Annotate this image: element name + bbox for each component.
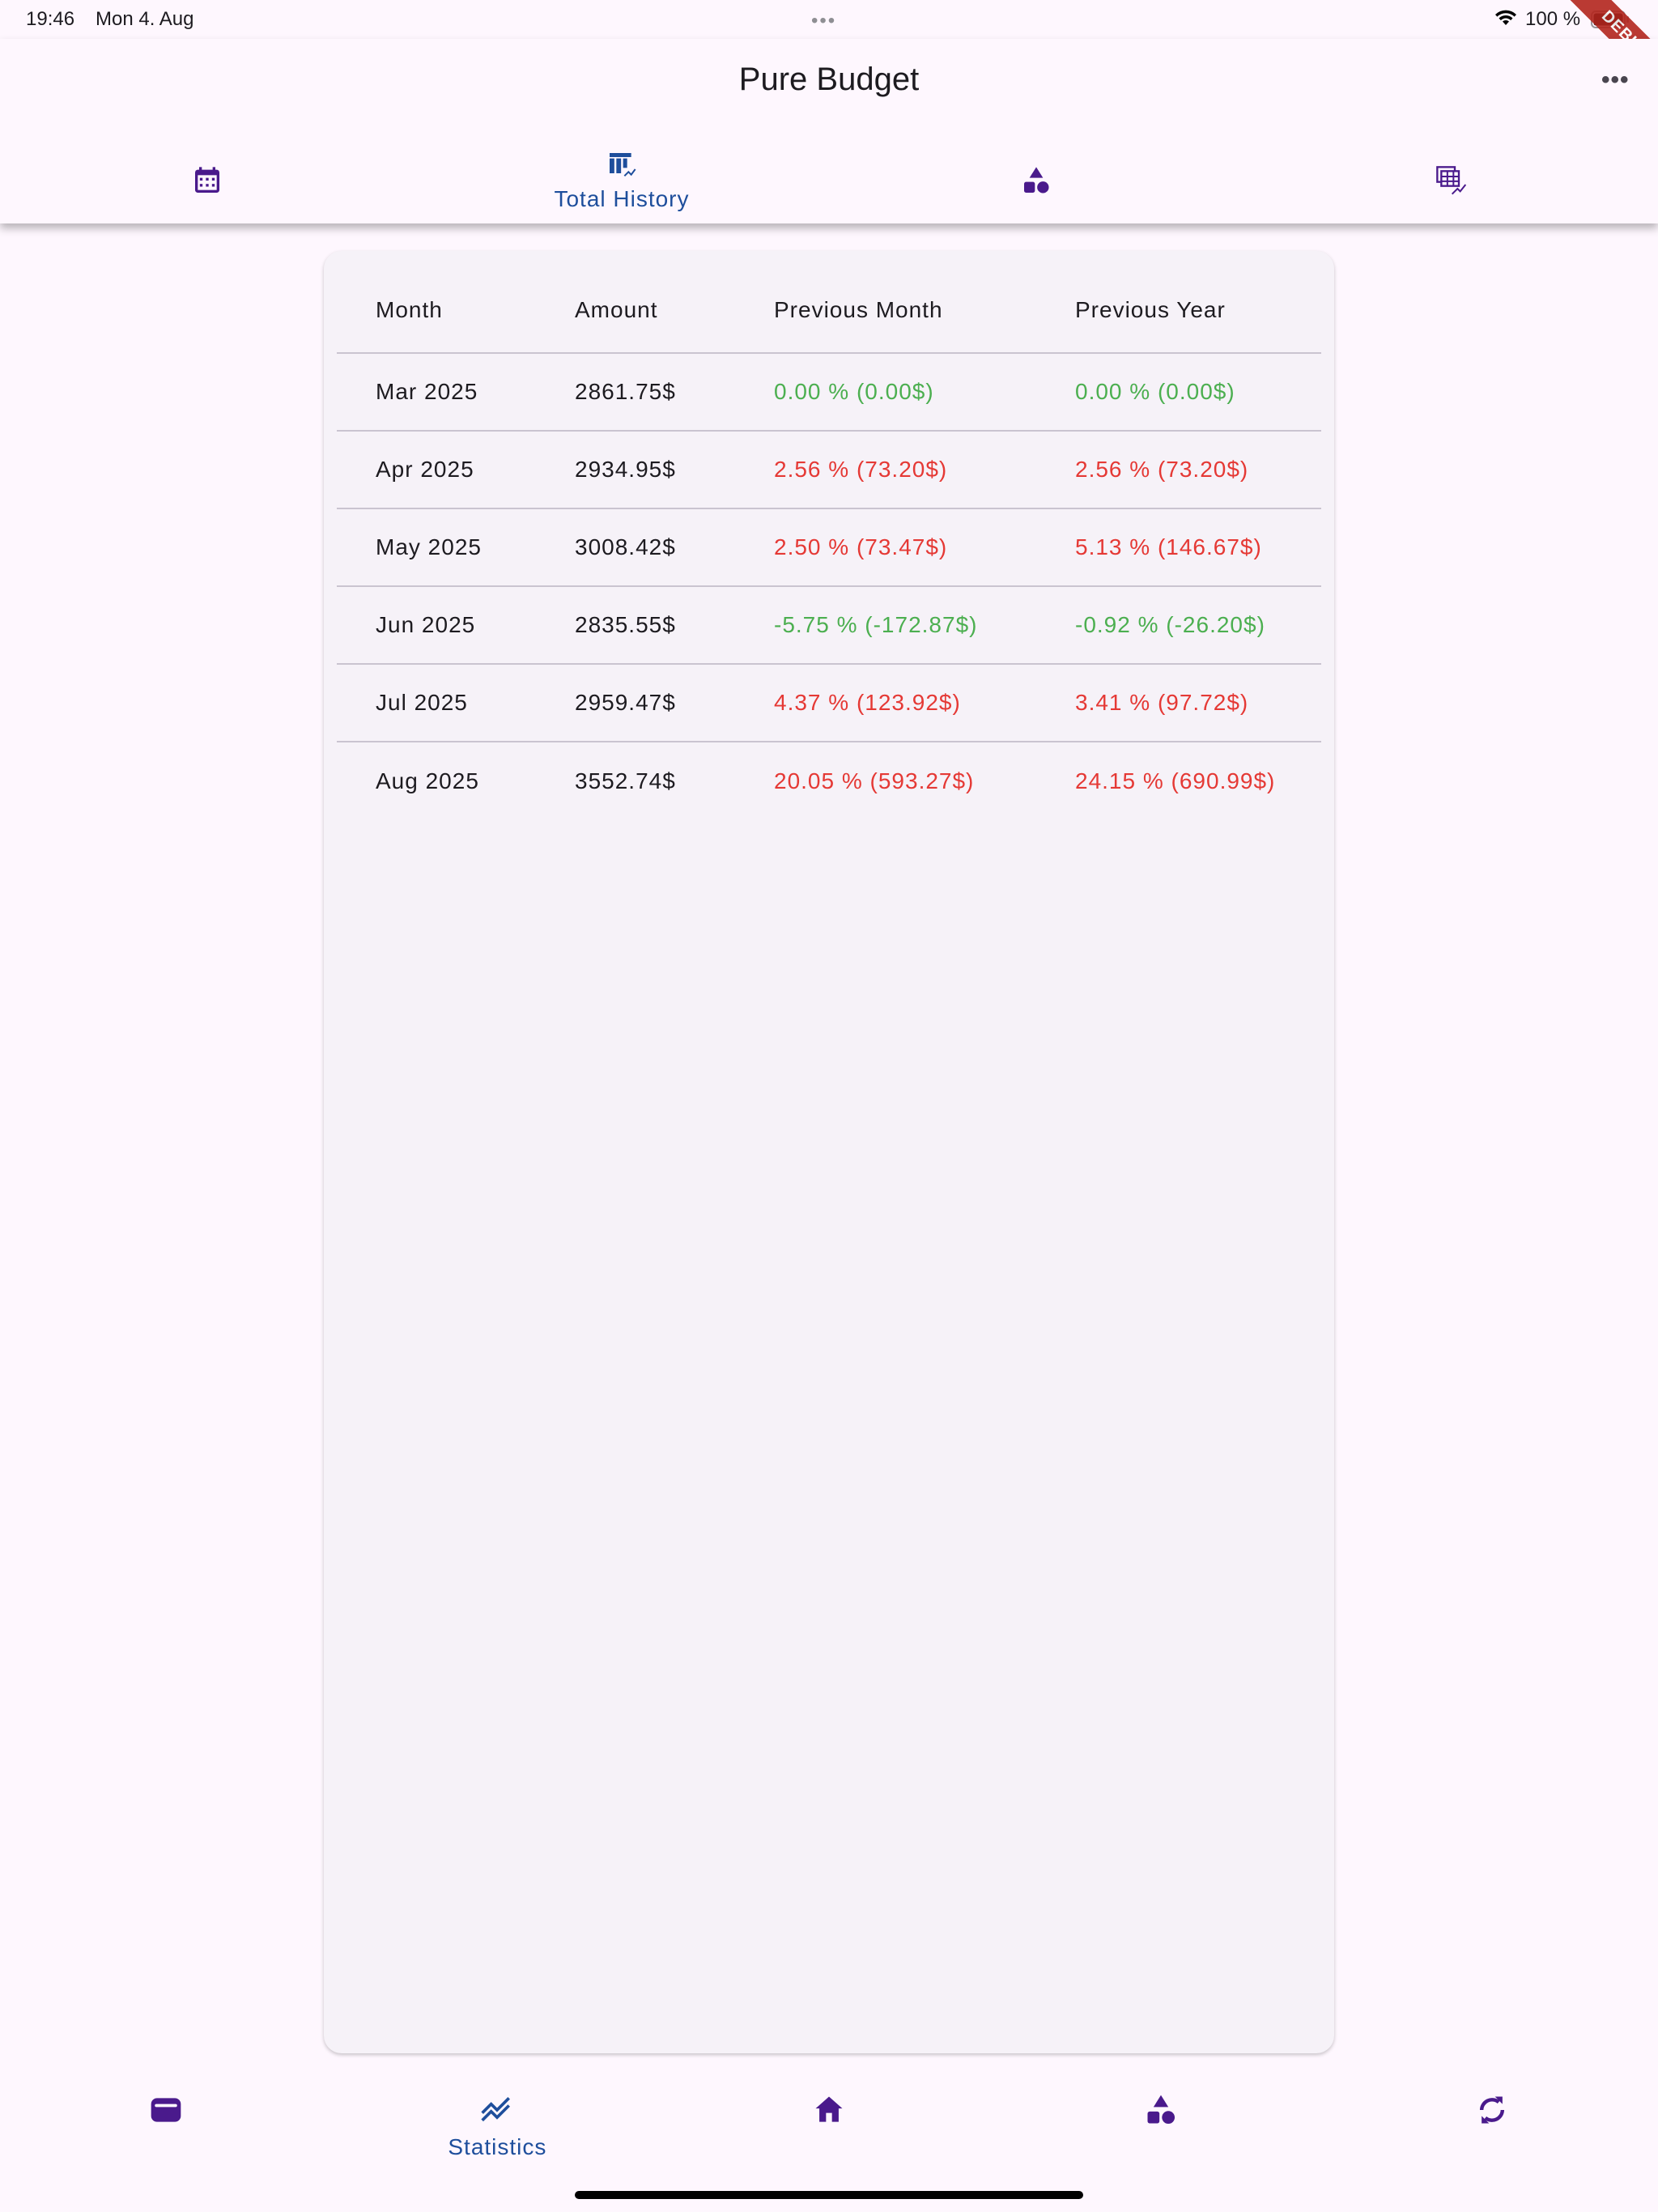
nav-item-categories[interactable] [995, 2073, 1327, 2178]
status-time: 19:46 [26, 8, 75, 30]
header-month: Month [376, 296, 443, 322]
cell-previous-month: 4.37 % (123.92$) [774, 663, 1075, 742]
header-previous-month: Previous Month [774, 296, 943, 322]
cell-month: Aug 2025 [337, 741, 575, 819]
cell-previous-year: 0.00 % (0.00$) [1075, 352, 1321, 431]
home-icon [815, 2096, 843, 2122]
cell-amount: 2861.75$ [575, 352, 774, 431]
statistics-icon [481, 2097, 511, 2122]
nav-item-statistics[interactable]: Statistics [332, 2073, 664, 2178]
nav-item-sync[interactable] [1326, 2073, 1658, 2178]
page-title: Pure Budget [738, 62, 920, 97]
table-row: Apr 2025 2934.95$ 2.56 % (73.20$) 2.56 %… [337, 430, 1321, 508]
wallet-icon [151, 2098, 181, 2122]
cell-previous-month: 0.00 % (0.00$) [774, 352, 1075, 431]
app-bar: Pure Budget ••• Total History [0, 39, 1658, 223]
nav-item-wallet[interactable] [0, 2073, 332, 2178]
cell-previous-year: 3.41 % (97.72$) [1075, 663, 1321, 742]
table-row: Aug 2025 3552.74$ 20.05 % (593.27$) 24.1… [337, 741, 1321, 819]
cell-month: Jul 2025 [337, 663, 575, 742]
cell-previous-month: 20.05 % (593.27$) [774, 741, 1075, 819]
header-amount: Amount [575, 296, 658, 322]
cell-previous-month: 2.50 % (73.47$) [774, 508, 1075, 586]
history-card: Month Amount Previous Month Previous Yea… [324, 251, 1334, 2053]
table-row: Jun 2025 2835.55$ -5.75 % (-172.87$) -0.… [337, 585, 1321, 664]
tab-categories[interactable] [829, 138, 1244, 223]
table-row: May 2025 3008.42$ 2.50 % (73.47$) 5.13 %… [337, 508, 1321, 586]
tab-label: Total History [554, 186, 690, 211]
cell-month: Jun 2025 [337, 585, 575, 664]
multitasking-dots-icon[interactable]: ••• [811, 10, 836, 32]
table-history-icon [610, 153, 636, 177]
battery-percent: 100 % [1525, 8, 1581, 30]
cell-amount: 3552.74$ [575, 741, 774, 819]
wifi-icon [1495, 10, 1516, 25]
nav-item-home[interactable] [663, 2073, 995, 2178]
cell-amount: 2835.55$ [575, 585, 774, 664]
home-indicator[interactable] [575, 2191, 1083, 2199]
sync-icon [1480, 2096, 1505, 2124]
cell-month: Apr 2025 [337, 430, 575, 508]
nav-label: Statistics [448, 2134, 547, 2159]
bottom-navigation: Statistics [0, 2073, 1658, 2178]
category-shapes-icon [1024, 167, 1049, 194]
history-table: Month Amount Previous Month Previous Yea… [337, 267, 1321, 819]
table-trend-icon [1436, 166, 1467, 195]
header-previous-year: Previous Year [1075, 296, 1226, 322]
cell-previous-year: 24.15 % (690.99$) [1075, 741, 1321, 819]
cell-month: May 2025 [337, 508, 575, 586]
cell-previous-year: 2.56 % (73.20$) [1075, 430, 1321, 508]
tab-calendar[interactable] [0, 138, 414, 223]
tab-table-trend[interactable] [1244, 138, 1658, 223]
cell-amount: 2934.95$ [575, 430, 774, 508]
table-row: Mar 2025 2861.75$ 0.00 % (0.00$) 0.00 % … [337, 352, 1321, 431]
table-row: Jul 2025 2959.47$ 4.37 % (123.92$) 3.41 … [337, 663, 1321, 742]
status-bar: 19:46 Mon 4. Aug ••• 100 % DEBUG [0, 0, 1658, 100]
cell-previous-year: 5.13 % (146.67$) [1075, 508, 1321, 586]
tab-bar: Total History [0, 138, 1658, 223]
tab-total-history[interactable]: Total History [414, 138, 829, 223]
more-horizontal-icon[interactable]: ••• [1601, 66, 1630, 94]
cell-previous-month: 2.56 % (73.20$) [774, 430, 1075, 508]
cell-previous-year: -0.92 % (-26.20$) [1075, 585, 1321, 664]
calendar-icon [195, 167, 219, 193]
cell-month: Mar 2025 [337, 352, 575, 431]
cell-previous-month: -5.75 % (-172.87$) [774, 585, 1075, 664]
cell-amount: 3008.42$ [575, 508, 774, 586]
table-header-row: Month Amount Previous Month Previous Yea… [337, 267, 1321, 353]
category-shapes-icon [1147, 2095, 1175, 2125]
status-date: Mon 4. Aug [96, 8, 194, 30]
cell-amount: 2959.47$ [575, 663, 774, 742]
